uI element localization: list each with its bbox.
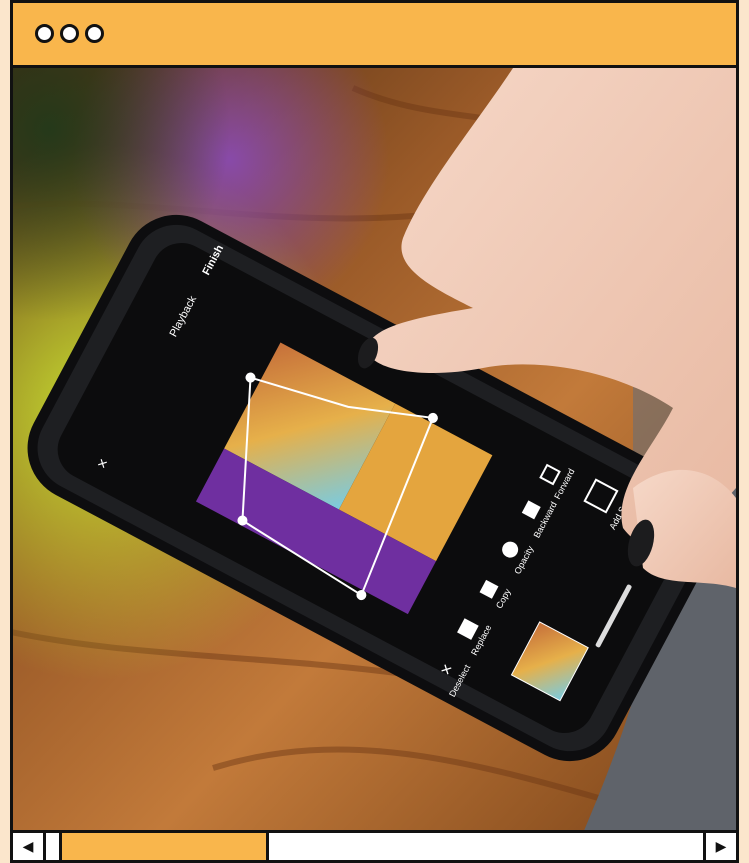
scroll-right-arrow[interactable]: ▶ <box>703 833 736 860</box>
scrollbar-thumb[interactable] <box>59 833 269 860</box>
photo-viewport: Playback Finish × Forward Backward Opaci… <box>13 68 736 833</box>
app-window: Playback Finish × Forward Backward Opaci… <box>10 0 739 863</box>
window-control-dot[interactable] <box>85 24 104 43</box>
scroll-right-icon: ▶ <box>715 838 727 854</box>
title-bar <box>13 3 736 68</box>
window-control-dot[interactable] <box>35 24 54 43</box>
photo-scene: Playback Finish × Forward Backward Opaci… <box>13 68 736 833</box>
window-control-dot[interactable] <box>60 24 79 43</box>
horizontal-scrollbar[interactable]: ◀ ▶ <box>13 830 736 860</box>
scroll-left-arrow[interactable]: ◀ <box>13 833 46 860</box>
scroll-left-icon: ◀ <box>22 838 34 854</box>
